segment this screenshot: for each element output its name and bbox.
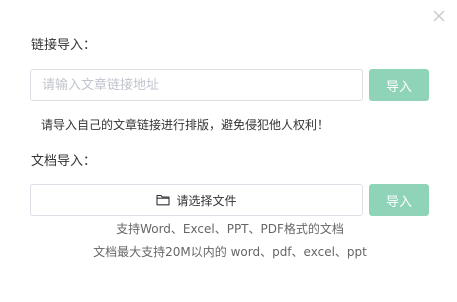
link-import-hint: 请导入自己的文章链接进行排版，避免侵犯他人权利！ xyxy=(41,118,330,132)
choose-file-button[interactable]: 请选择文件 xyxy=(30,184,363,216)
import-dialog: 链接导入： 导入 请导入自己的文章链接进行排版，避免侵犯他人权利！ 文档导入： … xyxy=(0,0,457,302)
max-size-note: 文档最大支持20M以内的 word、pdf、excel、ppt xyxy=(93,245,367,259)
choose-file-label: 请选择文件 xyxy=(176,193,237,208)
link-import-button[interactable]: 导入 xyxy=(369,69,429,101)
link-import-label: 链接导入： xyxy=(31,38,97,53)
doc-import-label: 文档导入： xyxy=(31,154,97,169)
supported-formats-note: 支持Word、Excel、PPT、PDF格式的文档 xyxy=(116,222,344,236)
article-url-input[interactable] xyxy=(30,69,363,101)
folder-icon xyxy=(156,194,171,206)
doc-import-button[interactable]: 导入 xyxy=(369,184,429,216)
close-icon[interactable] xyxy=(431,8,447,24)
